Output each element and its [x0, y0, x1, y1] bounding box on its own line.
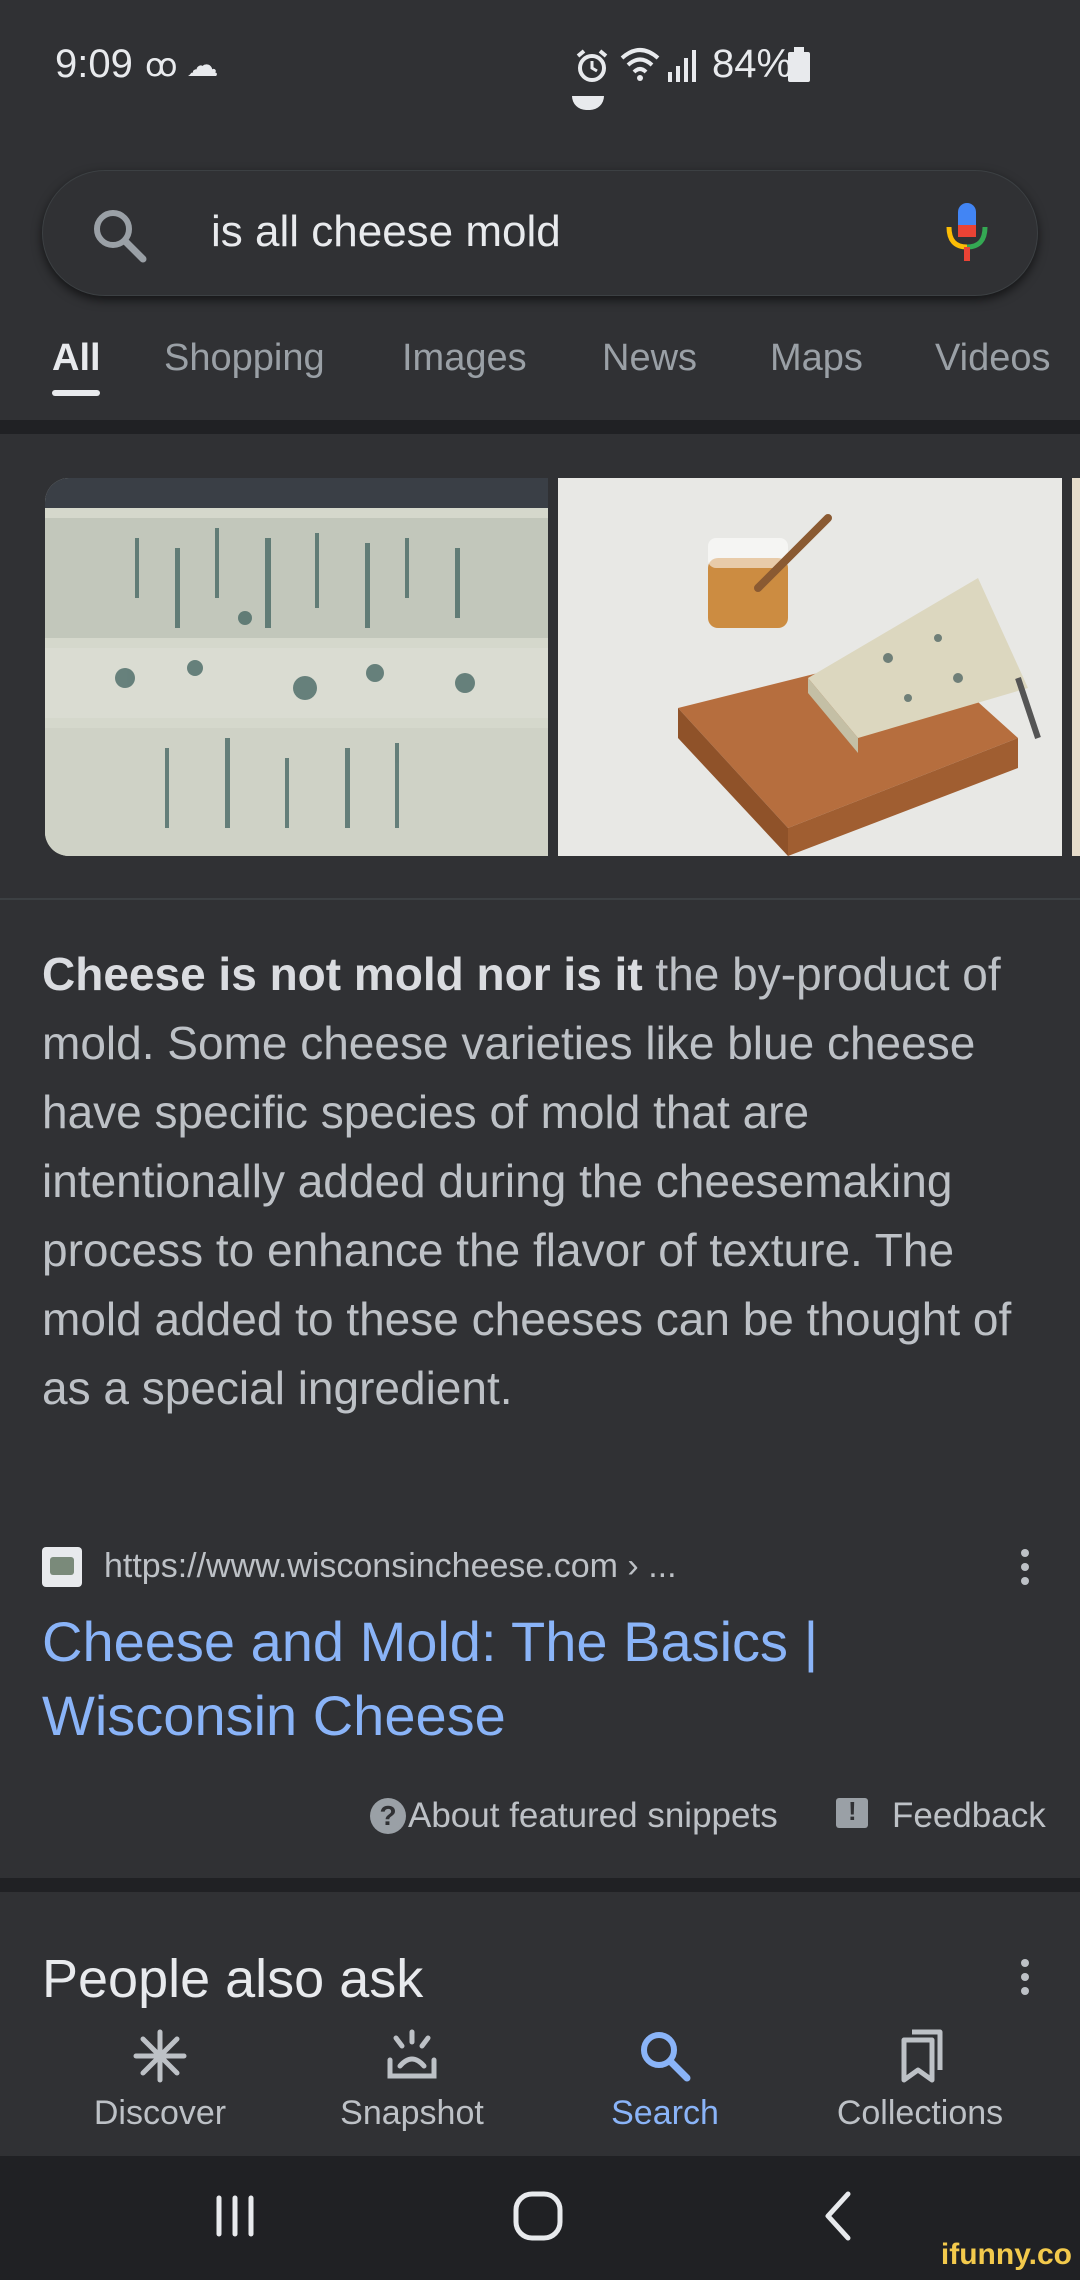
nav-snapshot[interactable]: Snapshot	[287, 2010, 537, 2156]
help-icon[interactable]: ?	[370, 1798, 406, 1834]
section-divider	[0, 420, 1080, 434]
tab-videos[interactable]: Videos	[935, 337, 1051, 380]
more-vert-icon[interactable]	[1017, 1545, 1033, 1589]
tab-news[interactable]: News	[602, 337, 697, 380]
system-navigation-bar	[0, 2156, 1080, 2280]
search-icon	[641, 2032, 691, 2082]
snapshot-icon	[387, 2029, 437, 2079]
tab-images[interactable]: Images	[402, 337, 527, 380]
image-carousel[interactable]	[0, 478, 1080, 856]
tab-maps[interactable]: Maps	[770, 337, 863, 380]
feedback-icon[interactable]	[836, 1796, 868, 1828]
tab-all[interactable]: All	[52, 337, 101, 380]
cheese-image-partial[interactable]	[1072, 478, 1080, 856]
nav-discover-label: Discover	[93, 2094, 227, 2132]
status-time: 9:09	[55, 42, 133, 86]
battery-icon	[788, 47, 810, 82]
nav-collections-label: Collections	[836, 2094, 1004, 2132]
nav-search[interactable]: Search	[540, 2010, 790, 2156]
ifunny-watermark: ifunny.co	[940, 2238, 1072, 2271]
section-divider	[0, 1878, 1080, 1892]
site-favicon	[42, 1547, 82, 1587]
source-url[interactable]: https://www.wisconsincheese.com › ...	[104, 1547, 677, 1586]
status-bar: 9:09 ꝏ ☁ 84%	[0, 0, 1080, 130]
microphone-icon[interactable]	[943, 201, 991, 263]
snippet-bold: Cheese is not mold nor is it	[42, 948, 643, 1000]
tab-shopping[interactable]: Shopping	[164, 337, 325, 380]
blue-cheese-image[interactable]	[45, 478, 548, 856]
cheese-wedge-honey-image[interactable]	[558, 478, 1062, 856]
search-icon[interactable]	[89, 205, 149, 265]
home-icon[interactable]	[508, 2186, 568, 2246]
wifi-icon	[620, 48, 660, 81]
collections-icon	[901, 2029, 943, 2083]
nav-discover[interactable]: Discover	[35, 2010, 285, 2156]
feedback-link[interactable]: Feedback	[892, 1796, 1046, 1836]
divider	[0, 898, 1080, 900]
source-row[interactable]: https://www.wisconsincheese.com › ...	[42, 1545, 1042, 1589]
snippet-meta-row: ? About featured snippets Feedback	[0, 1790, 1080, 1840]
battery-percent: 84%	[712, 42, 793, 86]
pull-indicator	[572, 96, 604, 110]
more-vert-icon[interactable]	[1017, 1955, 1033, 1999]
search-input[interactable]: is all cheese mold	[211, 207, 561, 257]
nav-snapshot-label: Snapshot	[340, 2094, 484, 2132]
recent-apps-icon[interactable]	[205, 2186, 265, 2246]
snippet-text: the by-product of mold. Some cheese vari…	[42, 948, 1012, 1414]
voicemail-cloud-icon: ꝏ ☁	[145, 47, 219, 83]
discover-icon	[133, 2029, 187, 2083]
search-bar[interactable]: is all cheese mold	[42, 170, 1038, 296]
alarm-icon	[576, 49, 608, 82]
search-tabs: All Shopping Images News Maps Videos	[0, 325, 1080, 425]
bottom-navigation: Discover Snapshot Search Collections	[0, 2010, 1080, 2156]
signal-icon	[668, 50, 696, 82]
result-title-link[interactable]: Cheese and Mold: The Basics | Wisconsin …	[42, 1605, 1042, 1753]
nav-search-label: Search	[611, 2094, 719, 2132]
featured-snippet: Cheese is not mold nor is it the by-prod…	[42, 940, 1042, 1423]
active-tab-indicator	[52, 390, 100, 396]
about-featured-snippets-link[interactable]: About featured snippets	[408, 1796, 778, 1836]
nav-collections[interactable]: Collections	[795, 2010, 1045, 2156]
back-icon[interactable]	[810, 2186, 870, 2246]
people-also-ask-heading: People also ask	[42, 1949, 424, 2009]
